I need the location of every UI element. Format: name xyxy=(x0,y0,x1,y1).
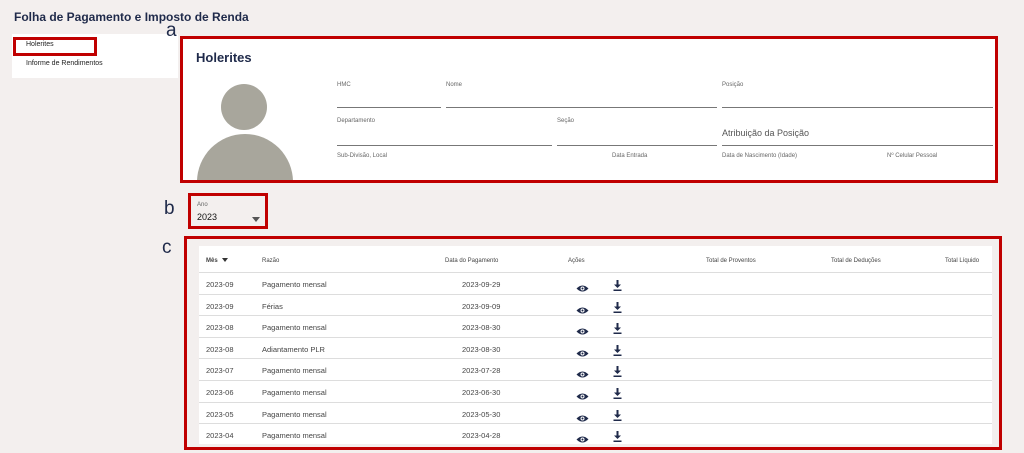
annotation-box-sidebar xyxy=(13,37,97,56)
annotation-box-c xyxy=(184,236,1002,450)
annotation-letter-a: a xyxy=(166,20,177,41)
sidebar-item-informe-rendimentos[interactable]: Informe de Rendimentos xyxy=(26,60,103,67)
annotation-letter-c: c xyxy=(162,237,172,258)
page-title: Folha de Pagamento e Imposto de Renda xyxy=(14,10,249,24)
annotation-box-a xyxy=(180,36,998,183)
annotation-box-b xyxy=(188,193,268,229)
annotation-letter-b: b xyxy=(164,198,175,219)
